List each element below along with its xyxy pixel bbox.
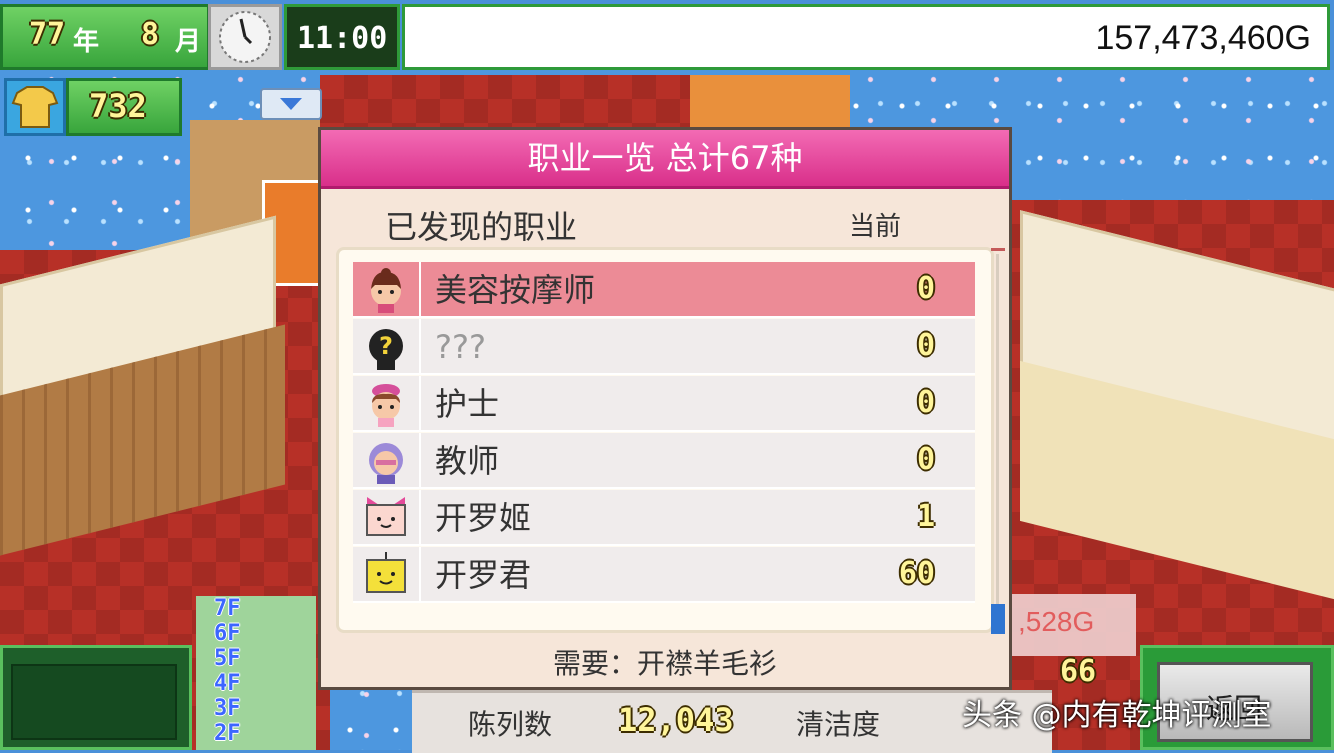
requirement-text: 需要：开襟羊毛衫: [552, 647, 777, 680]
job-row[interactable]: 护士 0: [353, 376, 975, 432]
floor-label[interactable]: 4F: [214, 671, 241, 696]
clock-icon: [208, 4, 282, 70]
job-name: 美容按摩师: [435, 271, 596, 309]
job-row[interactable]: 美容按摩师 0: [353, 262, 975, 318]
job-list[interactable]: 美容按摩师 0???? 0 护士 0 教师 0 开罗姬 1 开罗君 60: [336, 247, 994, 633]
chevron-down-icon: [280, 98, 302, 110]
job-name: ???: [435, 328, 486, 366]
current-column-label: 当前: [849, 212, 902, 242]
money-value: 157,473,460G: [1095, 19, 1311, 57]
job-list-scrollbar[interactable]: [991, 248, 1005, 634]
clock-time: 11:00: [297, 21, 388, 56]
job-list-dialog: 职业一览 总计67种 已发现的职业 当前 美容按摩师 0???? 0 护士 0 教师 0 开罗…: [318, 127, 1012, 690]
job-name: 教师: [435, 442, 500, 480]
shirt-icon[interactable]: [4, 78, 66, 136]
time-display: 11:00: [284, 4, 400, 70]
job-name: 开罗君: [435, 556, 532, 594]
job-row[interactable]: 开罗姬 1: [353, 490, 975, 546]
year-value: 77: [29, 17, 66, 52]
job-count: 0: [916, 442, 935, 477]
watermark: 头条 @内有乾坤评测室: [962, 698, 1272, 733]
month-unit: 月: [175, 27, 202, 57]
display-count-value: 12,043: [618, 701, 734, 739]
year-unit: 年: [73, 27, 100, 57]
bottom-info-bar: 陈列数 12,043 清洁度: [412, 690, 1052, 753]
month-value: 8: [141, 17, 160, 52]
shirt-count-panel: 732: [66, 78, 182, 136]
floor-label[interactable]: 2F: [214, 721, 241, 746]
minimap-panel[interactable]: [0, 645, 192, 750]
right-money-partial: ,528G: [1018, 606, 1095, 637]
job-row[interactable]: ???? 0: [353, 319, 975, 375]
date-panel: 77 年 8 月: [0, 4, 210, 70]
job-count: 60: [898, 556, 935, 591]
job-avatar-icon: [363, 267, 409, 313]
right-number: 66: [1060, 654, 1097, 689]
floor-label[interactable]: 5F: [214, 646, 241, 671]
money-panel: 157,473,460G: [402, 4, 1330, 70]
job-count: 0: [916, 385, 935, 420]
floor-label[interactable]: 6F: [214, 621, 241, 646]
cleanliness-label: 清洁度: [796, 708, 881, 741]
dropdown-toggle[interactable]: [260, 88, 322, 120]
floor-label[interactable]: 3F: [214, 696, 241, 721]
job-avatar-icon: [363, 552, 409, 598]
job-name: 开罗姬: [435, 499, 532, 537]
job-avatar-icon: [363, 438, 409, 484]
floor-label[interactable]: 7F: [214, 596, 241, 621]
job-avatar-icon: [363, 495, 409, 541]
svg-text:?: ?: [379, 332, 393, 360]
job-avatar-icon: [363, 381, 409, 427]
job-count: 0: [916, 328, 935, 363]
discovered-jobs-label: 已发现的职业: [385, 208, 578, 246]
top-room-floor: [320, 75, 690, 130]
dialog-title: 职业一览 总计67种: [321, 130, 1009, 189]
right-money-partial-panel: ,528G: [1012, 594, 1136, 656]
job-row[interactable]: 开罗君 60: [353, 547, 975, 603]
job-avatar-icon: ?: [363, 324, 409, 370]
job-count: 0: [916, 271, 935, 306]
shirt-count: 732: [89, 87, 147, 125]
scrollbar-thumb[interactable]: [991, 604, 1005, 634]
job-name: 护士: [435, 385, 500, 423]
top-room-right: [690, 75, 850, 130]
display-count-label: 陈列数: [468, 708, 553, 741]
job-count: 1: [916, 499, 935, 534]
job-row[interactable]: 教师 0: [353, 433, 975, 489]
